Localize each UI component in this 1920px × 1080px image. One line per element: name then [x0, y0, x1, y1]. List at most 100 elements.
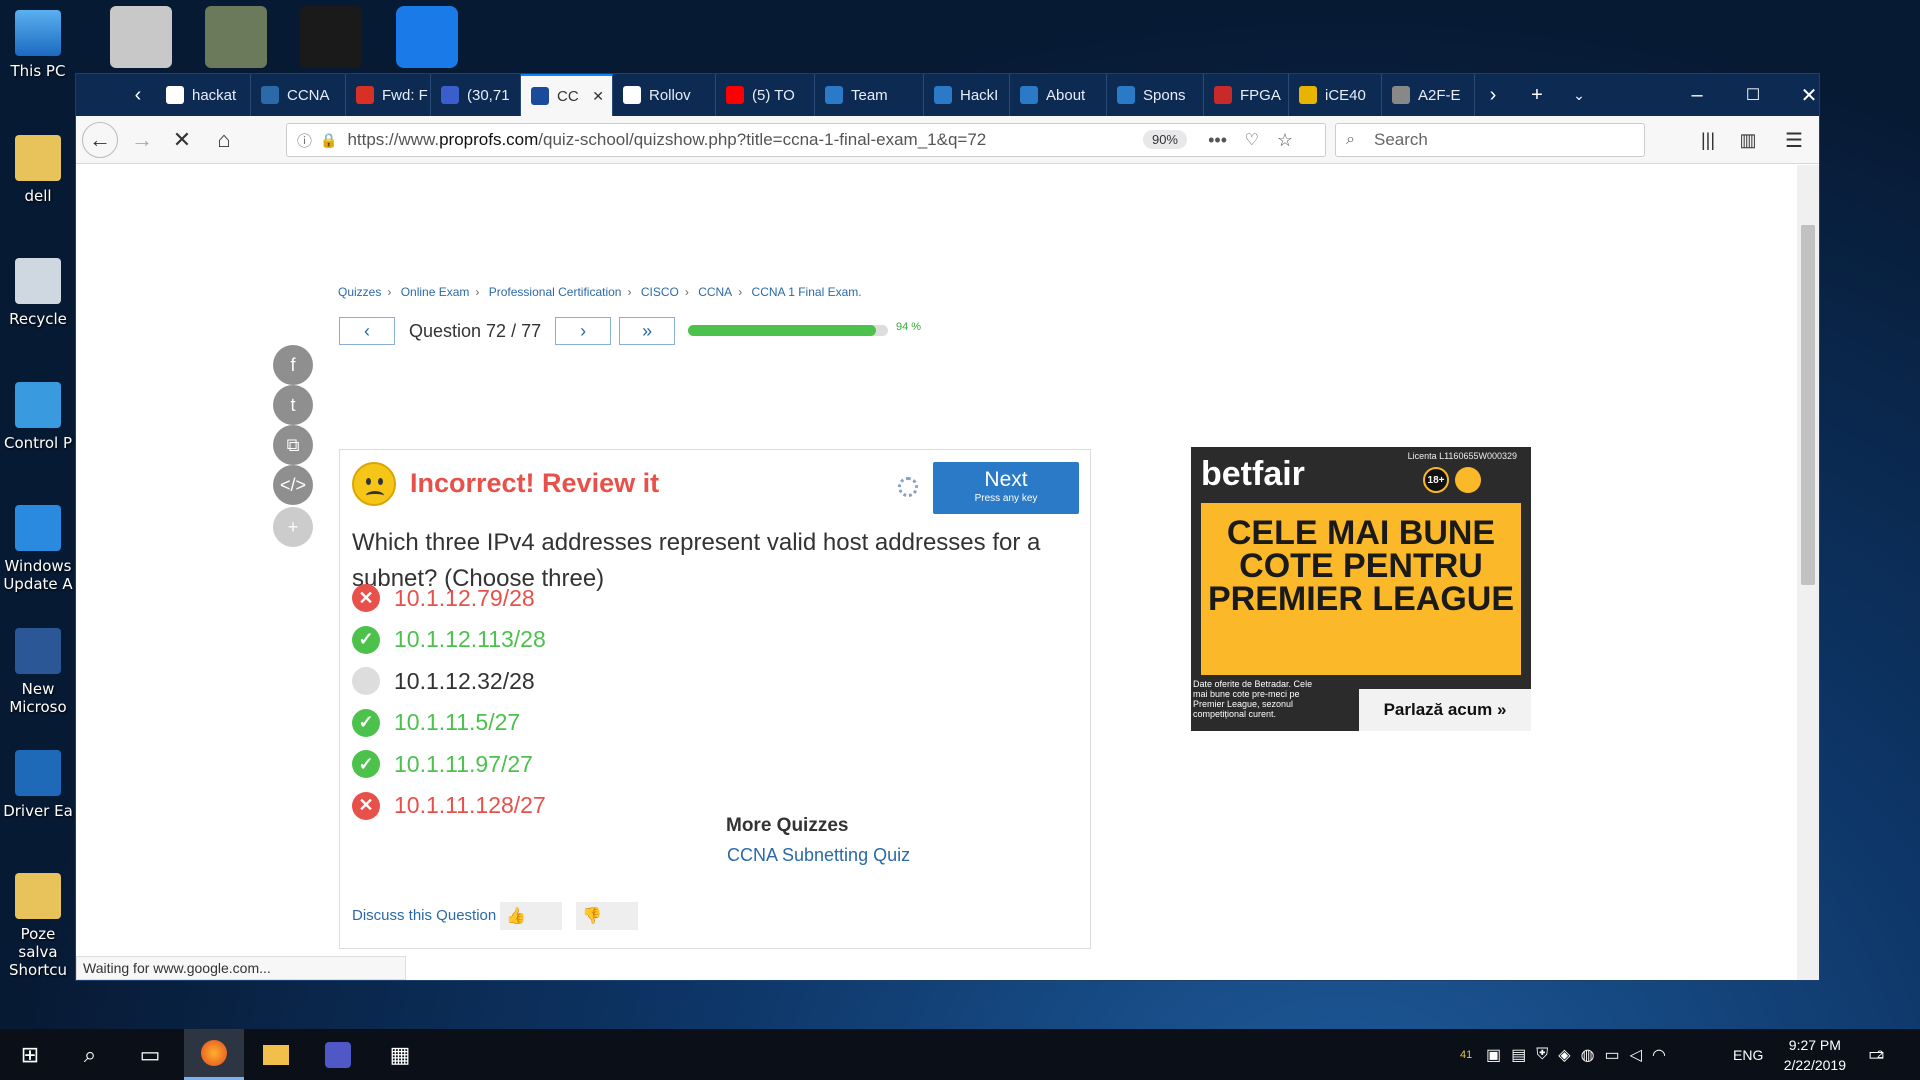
firefox-taskbar-icon[interactable]	[184, 1029, 244, 1080]
app-tray-icon[interactable]: ◍	[1581, 1045, 1605, 1065]
add-more-icon[interactable]: +	[273, 507, 313, 547]
vertical-scrollbar[interactable]	[1797, 165, 1819, 980]
search-input[interactable]: ⌕ Search	[1335, 123, 1645, 157]
control-panel-desktop-icon[interactable]: Control P	[0, 382, 76, 452]
teams-icon[interactable]	[308, 1029, 368, 1080]
menu-hamburger-icon[interactable]: ☰	[1776, 122, 1812, 158]
breadcrumb-cisco[interactable]: CISCO	[641, 285, 679, 299]
info-icon[interactable]: ⓘ	[297, 130, 312, 151]
browser-tab[interactable]: HackI	[924, 74, 1010, 116]
close-tab-icon[interactable]: ✕	[592, 88, 604, 105]
page-actions-icon[interactable]: •••	[1208, 130, 1227, 151]
maximize-icon[interactable]: ☐	[1732, 74, 1774, 116]
browser-tab[interactable]: (30,71	[431, 74, 521, 116]
action-center-icon[interactable]: ▭ 2	[1868, 1029, 1885, 1080]
breadcrumb-quizzes[interactable]: Quizzes	[338, 285, 381, 299]
pocket-icon[interactable]: ♡	[1245, 130, 1259, 150]
app-shortcut-icon[interactable]	[300, 6, 362, 68]
last-question-button[interactable]: »	[619, 317, 676, 345]
ad-cta-button[interactable]: Parlază acum »	[1359, 689, 1531, 731]
thumbs-down-button[interactable]: 👎	[576, 902, 638, 930]
breadcrumb-online-exam[interactable]: Online Exam	[401, 285, 470, 299]
browser-tab[interactable]: Spons	[1107, 74, 1204, 116]
browser-tab[interactable]: CC ✕	[521, 74, 613, 116]
browser-tab[interactable]: iCE40	[1289, 74, 1382, 116]
tab-favicon-icon	[1214, 86, 1232, 104]
browser-tab[interactable]: A2F-E	[1382, 74, 1475, 116]
battery-icon[interactable]: ▭	[1605, 1045, 1630, 1065]
this-pc-desktop-icon[interactable]: This PC	[0, 10, 76, 80]
thumbs-up-button[interactable]: 👍	[500, 902, 562, 930]
tab-scroll-right-icon[interactable]: ›	[1475, 74, 1511, 116]
breadcrumb-ccna[interactable]: CCNA	[698, 285, 732, 299]
discuss-question-link[interactable]: Discuss this Question	[352, 907, 496, 924]
wifi-icon[interactable]: ◠	[1652, 1045, 1676, 1065]
browser-tab[interactable]: CCNA	[251, 74, 346, 116]
copy-icon[interactable]: ⧉	[273, 425, 313, 465]
word-document-desktop-icon[interactable]: New Microso	[0, 628, 76, 716]
betfair-advertisement[interactable]: betfair Licenta L1160655W000329 18+ CELE…	[1191, 447, 1531, 731]
security-tray-icon[interactable]: ⛨	[1536, 1046, 1558, 1064]
more-quiz-link[interactable]: CCNA Subnetting Quiz	[727, 845, 910, 866]
zoom-level-badge[interactable]: 90%	[1142, 130, 1187, 149]
app-shortcut-icon[interactable]	[205, 6, 267, 68]
app-shortcut-icon[interactable]	[110, 6, 172, 68]
browser-tab[interactable]: (5) TO	[716, 74, 815, 116]
answer-option: ✓ 10.1.12.113/28	[352, 622, 546, 658]
task-view-icon[interactable]: ▭	[120, 1029, 180, 1080]
library-icon[interactable]: |||	[1690, 122, 1726, 158]
answer-text: 10.1.11.128/27	[394, 792, 546, 818]
minimize-icon[interactable]: –	[1676, 74, 1718, 116]
file-explorer-icon[interactable]	[246, 1029, 306, 1080]
stop-loading-icon[interactable]: ✕	[164, 122, 200, 158]
windows-update-desktop-icon[interactable]: Windows Update A	[0, 505, 76, 593]
browser-tab[interactable]: FPGA	[1204, 74, 1289, 116]
sad-face-icon	[352, 462, 396, 506]
next-button[interactable]: Next Press any key	[933, 462, 1079, 514]
driver-easy-desktop-icon[interactable]: Driver Ea	[0, 750, 76, 820]
browser-tab[interactable]: Team	[815, 74, 924, 116]
browser-tab[interactable]: Rollov	[613, 74, 716, 116]
search-icon[interactable]: ⌕	[60, 1029, 120, 1080]
previous-question-button[interactable]: ‹	[339, 317, 395, 345]
close-icon[interactable]: ✕	[1788, 74, 1830, 116]
forward-arrow-icon[interactable]: →	[124, 122, 160, 158]
twitter-share-icon[interactable]: t	[273, 385, 313, 425]
tab-scroll-left-icon[interactable]: ‹	[120, 74, 156, 116]
recycle-bin-desktop-icon[interactable]: Recycle	[0, 258, 76, 328]
teams-tray-icon[interactable]: ▣	[1486, 1045, 1511, 1065]
url-bar[interactable]: ⓘ 🔒 https://www. proprofs.com/quiz-school…	[286, 123, 1326, 157]
poze-shortcut-desktop-icon[interactable]: Poze salva Shortcu	[0, 873, 76, 979]
browser-tab[interactable]: hackat	[156, 74, 251, 116]
dell-folder-icon[interactable]: dell	[0, 135, 76, 205]
lock-warning-icon[interactable]: 🔒	[320, 132, 337, 149]
defender-tray-icon[interactable]: ◈	[1558, 1045, 1580, 1065]
browser-tab[interactable]: About	[1010, 74, 1107, 116]
tab-list-chevron-icon[interactable]: ⌄	[1558, 74, 1600, 116]
tab-label: (5) TO	[752, 86, 795, 104]
embed-code-icon[interactable]: </>	[273, 465, 313, 505]
calculator-icon[interactable]: ▦	[370, 1029, 430, 1080]
facebook-share-icon[interactable]: f	[273, 345, 313, 385]
start-windows-icon[interactable]: ⊞	[0, 1029, 60, 1080]
teamviewer-icon[interactable]	[396, 6, 458, 68]
network-tray-icon[interactable]: ▤	[1511, 1045, 1536, 1065]
breadcrumb-ccna1-final-exam[interactable]: CCNA 1 Final Exam.	[752, 285, 862, 299]
browser-tab[interactable]: Fwd: F	[346, 74, 431, 116]
home-icon[interactable]: ⌂	[206, 122, 242, 158]
answer-option: ✕ 10.1.12.79/28	[352, 580, 535, 616]
volume-icon[interactable]: ◁	[1630, 1045, 1652, 1065]
clock[interactable]: 9:27 PM 2/22/2019	[1784, 1035, 1846, 1075]
scrollbar-thumb[interactable]	[1801, 225, 1815, 585]
clock-date: 2/22/2019	[1783, 1057, 1846, 1073]
language-indicator[interactable]: ENG	[1733, 1029, 1763, 1080]
bookmark-star-icon[interactable]: ☆	[1277, 130, 1293, 151]
sidebar-icon[interactable]: ▥	[1730, 122, 1766, 158]
new-tab-icon[interactable]: +	[1516, 74, 1558, 116]
breadcrumb-professional-certification[interactable]: Professional Certification	[489, 285, 622, 299]
system-tray-icons[interactable]: ▣ ▤ ⛨ ◈ ◍ ▭ ◁ ◠	[1486, 1029, 1676, 1080]
next-question-button[interactable]: ›	[555, 317, 612, 345]
back-arrow-icon[interactable]: ←	[82, 122, 118, 158]
ad-headline: CELE MAI BUNE COTE PENTRU PREMIER LEAGUE	[1201, 503, 1521, 675]
answer-text: 10.1.12.113/28	[394, 626, 546, 652]
